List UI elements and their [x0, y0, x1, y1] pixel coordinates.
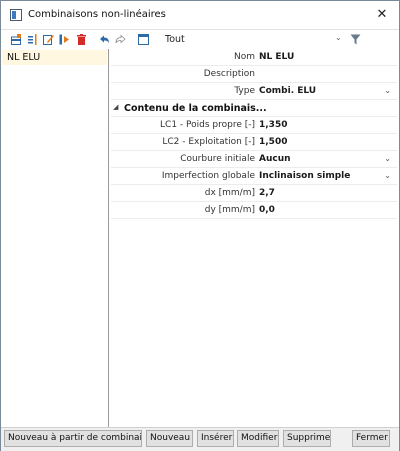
property-row-lc2[interactable]: LC2 - Exploitation [-] 1,500: [111, 134, 397, 151]
property-row-dy[interactable]: dy [mm/m] 0,0: [111, 202, 397, 219]
chevron-down-icon[interactable]: ⌄: [335, 33, 342, 42]
title-bar: Combinaisons non-linéaires ✕: [1, 1, 399, 30]
button-bar: Nouveau à partir de combinais... Nouveau…: [1, 427, 399, 451]
property-label: dx [mm/m]: [204, 188, 255, 198]
property-label: Description: [203, 69, 255, 79]
insert-button[interactable]: Insérer: [197, 430, 234, 447]
new-from-combination-button[interactable]: Nouveau à partir de combinais...: [4, 430, 142, 447]
redo-icon[interactable]: [115, 34, 126, 45]
lc2-factor-field[interactable]: 1,500: [259, 137, 287, 147]
property-row-lc1[interactable]: LC1 - Poids propre [-] 1,350: [111, 117, 397, 134]
courbure-select[interactable]: Aucun: [259, 154, 291, 164]
property-row-imperfection[interactable]: Imperfection globale Inclinaison simple …: [111, 168, 397, 185]
combination-list: NL ELU: [2, 49, 109, 427]
dy-field[interactable]: 0,0: [259, 205, 275, 215]
type-select[interactable]: Combi. ELU: [259, 86, 316, 96]
list-item[interactable]: NL ELU: [2, 50, 107, 65]
chevron-down-icon[interactable]: ⌄: [384, 171, 391, 180]
imperfection-select[interactable]: Inclinaison simple: [259, 171, 350, 181]
close-icon[interactable]: ✕: [371, 5, 393, 25]
property-row-courbure[interactable]: Courbure initiale Aucun ⌄: [111, 151, 397, 168]
insert-icon[interactable]: [28, 34, 39, 45]
section-combination-content[interactable]: ◢ Contenu de la combinais...: [111, 100, 397, 117]
property-label: Type: [234, 86, 255, 96]
close-button[interactable]: Fermer: [352, 430, 390, 447]
property-row-nom[interactable]: Nom NL ELU: [111, 49, 397, 66]
window-icon: [10, 9, 22, 21]
new-button[interactable]: Nouveau: [146, 430, 193, 447]
chevron-down-icon[interactable]: ⌄: [384, 154, 391, 163]
undo-icon[interactable]: [99, 34, 110, 45]
combinations-dialog: Combinaisons non-linéaires ✕ Tout ⌄ NL E…: [0, 0, 400, 451]
filter-select-value[interactable]: Tout: [165, 34, 185, 45]
property-label: Nom: [233, 52, 255, 62]
table-icon[interactable]: [138, 34, 149, 45]
new-combination-icon[interactable]: [11, 34, 22, 45]
property-row-description[interactable]: Description: [111, 66, 397, 83]
collapse-triangle-icon[interactable]: ◢: [113, 103, 118, 111]
chevron-down-icon[interactable]: ⌄: [384, 86, 391, 95]
property-label: dy [mm/m]: [204, 205, 255, 215]
delete-button[interactable]: Supprimer: [283, 430, 331, 447]
modify-button[interactable]: Modifier: [237, 430, 279, 447]
copy-icon[interactable]: [59, 34, 70, 45]
property-row-type[interactable]: Type Combi. ELU ⌄: [111, 83, 397, 100]
property-row-dx[interactable]: dx [mm/m] 2,7: [111, 185, 397, 202]
section-title: Contenu de la combinais...: [124, 103, 267, 114]
property-label: Imperfection globale: [161, 171, 255, 181]
delete-icon[interactable]: [76, 34, 87, 45]
toolbar: Tout ⌄: [2, 31, 398, 49]
dx-field[interactable]: 2,7: [259, 188, 275, 198]
window-title: Combinaisons non-linéaires: [28, 9, 166, 20]
lc1-factor-field[interactable]: 1,350: [259, 120, 287, 130]
nom-field[interactable]: NL ELU: [259, 52, 294, 62]
properties-grid: Nom NL ELU Description Type Combi. ELU ⌄…: [111, 49, 397, 427]
property-label: Courbure initiale: [180, 154, 255, 164]
filter-icon[interactable]: [350, 34, 361, 45]
property-label: LC2 - Exploitation [-]: [162, 137, 255, 147]
edit-icon[interactable]: [43, 34, 54, 45]
property-label: LC1 - Poids propre [-]: [160, 120, 255, 130]
